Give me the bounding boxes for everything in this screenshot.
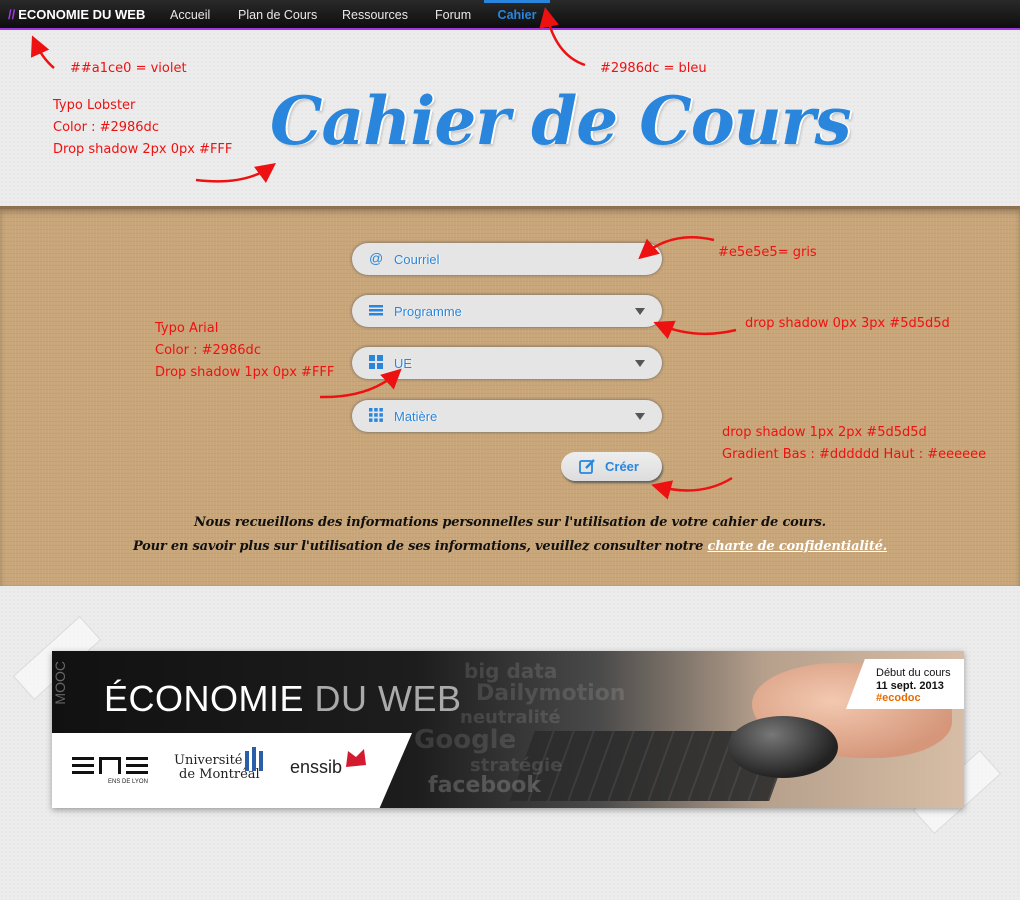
at-icon: @ bbox=[369, 250, 384, 266]
banner-title-part1: ÉCONOMIE bbox=[104, 678, 315, 719]
brand-name: ECONOMIE DU WEB bbox=[18, 7, 146, 22]
list-icon bbox=[369, 303, 383, 317]
annotation-violet: ##a1ce0 = violet bbox=[70, 61, 187, 76]
ens-lyon-logo bbox=[72, 757, 148, 774]
grid-icon bbox=[369, 355, 383, 369]
courriel-field[interactable]: @ Courriel bbox=[352, 243, 662, 275]
top-navbar: //ECONOMIE DU WEB Accueil Plan de Cours … bbox=[0, 0, 1020, 30]
udem-logo-line1: Université bbox=[174, 753, 243, 768]
privacy-notice-line2: Pour en savoir plus sur l'utilisation de… bbox=[0, 539, 1020, 554]
chevron-down-icon bbox=[635, 308, 645, 315]
annotation-title-typo: Typo Lobster Color : #2986dc Drop shadow… bbox=[53, 98, 233, 157]
nav-item-plan-de-cours[interactable]: Plan de Cours bbox=[238, 0, 317, 30]
brand-logo[interactable]: //ECONOMIE DU WEB bbox=[8, 7, 145, 22]
edit-icon bbox=[579, 458, 596, 480]
annotation-field-shadow: drop shadow 0px 3px #5d5d5d bbox=[745, 316, 950, 331]
annotation-button-style: drop shadow 1px 2px #5d5d5d Gradient Bas… bbox=[722, 425, 987, 462]
nav-item-forum[interactable]: Forum bbox=[435, 0, 471, 30]
banner-title: ÉCONOMIE DU WEB bbox=[104, 678, 462, 720]
programme-select[interactable]: Programme bbox=[352, 295, 662, 327]
page-title: Cahier de Cours bbox=[270, 82, 852, 160]
ghost-word: big data bbox=[464, 659, 558, 683]
annotation-bleu: #2986dc = bleu bbox=[600, 61, 707, 76]
chevron-down-icon bbox=[635, 413, 645, 420]
annotation-field-typo: Typo Arial Color : #2986dc Drop shadow 1… bbox=[155, 321, 335, 380]
courriel-label: Courriel bbox=[394, 252, 440, 267]
dots-grid-icon bbox=[369, 408, 383, 422]
course-date-badge: Début du cours 11 sept. 2013 #ecodoc bbox=[846, 659, 964, 709]
enssib-logo: enssib bbox=[290, 757, 343, 777]
privacy-policy-link[interactable]: charte de confidentialité. bbox=[707, 539, 887, 554]
privacy-notice-text: Pour en savoir plus sur l'utilisation de… bbox=[132, 539, 708, 554]
privacy-notice-line1: Nous recueillons des informations person… bbox=[194, 515, 826, 530]
mouse-image bbox=[728, 716, 838, 778]
nav-item-ressources[interactable]: Ressources bbox=[342, 0, 408, 30]
ens-lyon-caption: ENS DE LYON bbox=[108, 779, 148, 785]
udem-emblem-icon bbox=[245, 747, 263, 771]
chevron-down-icon bbox=[635, 360, 645, 367]
create-button[interactable]: Créer bbox=[561, 452, 662, 481]
course-start-label: Début du cours bbox=[876, 667, 951, 679]
nav-item-cahier[interactable]: Cahier bbox=[484, 0, 550, 30]
ue-select[interactable]: UE bbox=[352, 347, 662, 379]
ghost-word: Dailymotion bbox=[476, 681, 626, 706]
nav-item-accueil[interactable]: Accueil bbox=[170, 0, 210, 30]
ghost-word: Google bbox=[414, 725, 517, 755]
enssib-emblem-icon bbox=[346, 749, 366, 767]
brand-slashes: // bbox=[8, 7, 16, 22]
ghost-word: facebook bbox=[428, 773, 541, 798]
ue-label: UE bbox=[394, 356, 413, 371]
banner-title-part2: DU WEB bbox=[314, 678, 462, 719]
programme-label: Programme bbox=[394, 304, 462, 319]
create-button-label: Créer bbox=[605, 459, 639, 474]
annotation-gris: #e5e5e5= gris bbox=[718, 245, 817, 260]
course-banner: big data Dailymotion neutralité Google s… bbox=[52, 651, 964, 808]
matiere-select[interactable]: Matière bbox=[352, 400, 662, 432]
matiere-label: Matière bbox=[394, 409, 438, 424]
partners-strip: ENS DE LYON Université de Montréal enssi… bbox=[52, 733, 412, 808]
mooc-label: MOOC bbox=[52, 661, 68, 705]
course-hashtag: #ecodoc bbox=[876, 692, 921, 704]
course-start-date: 11 sept. 2013 bbox=[876, 680, 944, 692]
